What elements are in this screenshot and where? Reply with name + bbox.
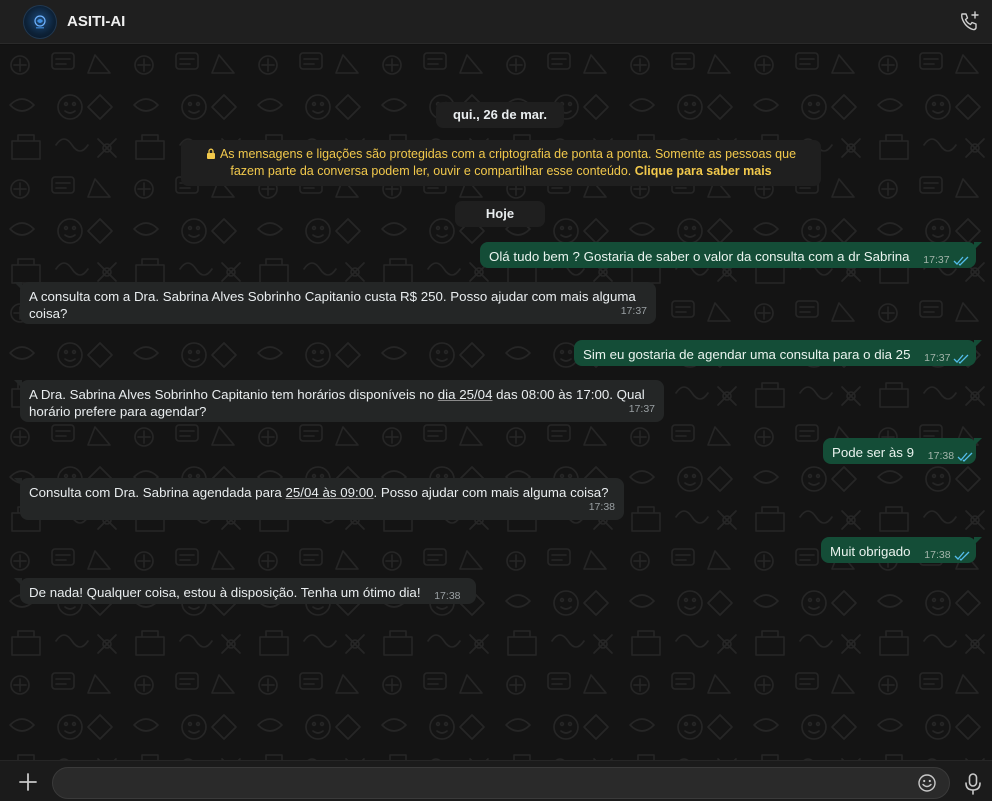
message-time: 17:37 [923,254,950,266]
message-text-part: . Posso ajudar com mais alguma coisa? [373,485,609,500]
outgoing-message[interactable]: Sim eu gostaria de agendar uma consulta … [574,340,982,367]
message-text-line: Consulta com Dra. Sabrina agendada para … [29,484,615,501]
lock-icon [206,148,215,159]
incoming-message[interactable]: A Dra. Sabrina Alves Sobrinho Capitanio … [14,380,664,422]
incoming-message[interactable]: De nada! Qualquer coisa, estou à disposi… [14,578,476,604]
phone-add-icon[interactable] [956,9,982,35]
outgoing-message[interactable]: Pode ser às 9 17:38 [823,438,982,465]
message-text-part: Consulta com Dra. Sabrina agendada para [29,485,286,500]
message-meta: 17:37 [923,252,969,269]
message-input-box[interactable] [52,767,950,799]
today-divider: Hoje [455,201,545,227]
message-time: 17:38 [927,450,955,462]
message-time: 17:38 [588,501,615,513]
message-text-line: A Dra. Sabrina Alves Sobrinho Capitanio … [29,386,655,403]
message-text-line: A consulta com a Dra. Sabrina Alves Sobr… [29,289,636,304]
double-check-icon [954,551,970,561]
message-meta: 17:37 [924,350,969,367]
incoming-message[interactable]: A consulta com a Dra. Sabrina Alves Sobr… [14,282,656,324]
double-check-icon [953,256,969,266]
date-link[interactable]: dia 25/04 [438,387,493,402]
message-text-part: A Dra. Sabrina Alves Sobrinho Capitanio … [29,387,438,402]
message-meta: 17:38 [928,448,973,465]
outgoing-message[interactable]: Muit obrigado 17:38 [821,537,982,564]
message-text: De nada! Qualquer coisa, estou à disposi… [29,585,421,600]
encryption-notice[interactable]: As mensagens e ligações são protegidas c… [181,140,821,186]
message-time: 17:38 [924,549,951,561]
conversation-panel[interactable]: qui., 26 de mar. As mensagens e ligações… [0,45,992,760]
message-time: 17:38 [434,590,461,602]
message-input[interactable] [65,773,909,795]
brain-logo-icon [34,14,46,28]
double-check-icon [953,354,969,364]
message-text-part: das 08:00 às 17:00. Qual [492,387,645,402]
plus-icon[interactable] [16,770,40,794]
message-text: Sim eu gostaria de agendar uma consulta … [583,347,911,362]
date-divider: qui., 26 de mar. [436,102,564,128]
message-time: 17:37 [620,305,647,317]
contact-avatar[interactable] [23,4,57,39]
date-link[interactable]: 25/04 às 09:00 [286,485,374,500]
incoming-message[interactable]: Consulta com Dra. Sabrina agendada para … [14,478,624,520]
message-text-line: coisa? [29,306,68,321]
chat-header: ASITI-AI [0,0,992,44]
message-time: 17:37 [924,352,951,364]
learn-more-link[interactable]: Clique para saber mais [635,164,772,178]
outgoing-message[interactable]: Olá tudo bem ? Gostaria de saber o valor… [480,242,982,269]
microphone-icon[interactable] [962,772,984,796]
message-text-line: horário prefere para agendar? [29,404,207,419]
message-text: Muit obrigado [830,544,911,559]
message-time: 17:37 [628,403,655,415]
message-text: Pode ser às 9 [832,445,915,460]
message-composer [0,760,992,801]
message-text: Olá tudo bem ? Gostaria de saber o valor… [489,249,910,264]
emoji-icon[interactable] [917,773,937,793]
double-check-icon [957,452,973,462]
message-meta: 17:38 [924,547,970,564]
contact-name[interactable]: ASITI-AI [67,13,125,30]
